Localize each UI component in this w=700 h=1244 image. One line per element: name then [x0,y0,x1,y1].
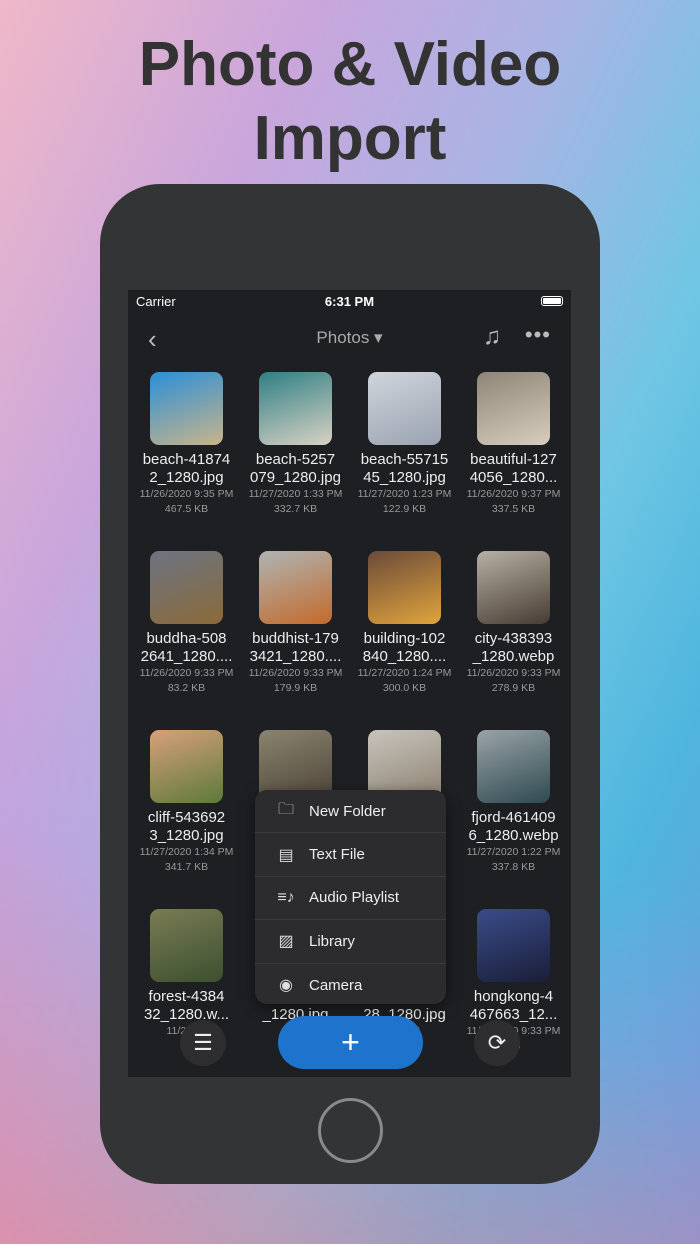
camera-icon: ◉ [279,977,293,995]
file-name: buddhist-179 [252,630,339,647]
file-date: 11/27/2020 1:22 PM [466,846,561,858]
file-date: 11/26/2020 9:35 PM [139,488,234,500]
menu-item-folder[interactable]: 🗀 New Folder [255,790,446,834]
file-size: 341.7 KB [164,861,209,873]
menu-item-audio-playlist[interactable]: ≡♪ Audio Playlist [255,877,446,921]
file-item[interactable]: buddha-508 2641_1280.... 11/26/2020 9:33… [132,551,241,730]
menu-item-label: Library [309,932,355,950]
file-date: 11/26/2020 9:33 PM [248,667,343,679]
text-file-icon: ▤ [278,846,294,864]
file-item[interactable]: beach-41874 2_1280.jpg 11/26/2020 9:35 P… [132,372,241,551]
file-name: 4056_1280... [469,469,558,486]
battery-icon [541,296,563,306]
file-date: 11/26/2020 9:33 PM [139,667,234,679]
file-date: 11/26/2020 9:37 PM [466,488,561,500]
file-size: 337.5 KB [491,503,536,515]
file-name: beach-5257 [255,451,336,468]
file-size: 179.9 KB [273,682,318,694]
file-item[interactable]: building-102 840_1280.... 11/27/2020 1:2… [350,551,459,730]
menu-item-image[interactable]: ▨ Library [255,920,446,964]
file-name: cliff-543692 [147,809,226,826]
file-thumbnail [477,551,550,624]
menu-item-text-file[interactable]: ▤ Text File [255,833,446,877]
file-item[interactable]: beach-5257 079_1280.jpg 11/27/2020 1:33 … [241,372,350,551]
add-menu: 🗀 New Folder ▤ Text File ≡♪ Audio Playlist ▨ Li… [255,790,446,1004]
file-thumbnail [150,551,223,624]
file-name: hongkong-4 [473,988,554,1005]
status-bar: Carrier 6:31 PM [128,290,571,312]
file-thumbnail [368,551,441,624]
file-thumbnail [259,551,332,624]
file-name: 2_1280.jpg [149,469,224,486]
file-name: 467663_12... [469,1006,558,1023]
file-date: 11/27/2020 1:33 PM [248,488,343,500]
file-name: 45_1280.jpg [363,469,446,486]
file-name: building-102 [363,630,446,647]
file-thumbnail [477,730,550,803]
file-date: 11/26/2020 9:33 PM [466,667,561,679]
file-thumbnail [477,909,550,982]
file-size: 122.9 KB [382,503,427,515]
list-view-button[interactable]: ☰ [180,1020,226,1066]
file-name: forest-4384 [148,988,225,1005]
file-thumbnail [368,372,441,445]
home-button[interactable] [318,1098,383,1163]
file-name: 840_1280.... [362,648,447,665]
menu-item-label: Text File [309,846,365,864]
file-item[interactable]: cliff-543692 3_1280.jpg 11/27/2020 1:34 … [132,730,241,909]
file-item[interactable]: beach-55715 45_1280.jpg 11/27/2020 1:23 … [350,372,459,551]
menu-item-camera[interactable]: ◉ Camera [255,964,446,1004]
headline: Photo & Video Import [138,30,562,173]
file-date: 11/27/2020 1:23 PM [357,488,452,500]
nav-bar: ‹ Photos ▾ ♫ ••• [128,320,571,356]
menu-item-label: Audio Playlist [309,889,400,907]
file-size: 83.2 KB [167,682,206,694]
menu-item-label: New Folder [309,802,386,820]
file-name: beautiful-127 [470,451,557,468]
file-item[interactable]: fjord-461409 6_1280.webp 11/27/2020 1:22… [459,730,568,909]
file-item[interactable]: beautiful-127 4056_1280... 11/26/2020 9:… [459,372,568,551]
file-name: 3_1280.jpg [149,827,224,844]
clock: 6:31 PM [324,294,375,309]
file-thumbnail [477,372,550,445]
file-size: 467.5 KB [164,503,209,515]
file-size: 337.8 KB [491,861,536,873]
file-name: 079_1280.jpg [250,469,341,486]
file-date: 11/27/2020 1:24 PM [357,667,452,679]
image-icon: ▨ [278,933,294,951]
folder-icon: 🗀 [277,800,294,818]
file-size: 332.7 KB [273,503,318,515]
menu-item-label: Camera [309,976,363,994]
folder-title-dropdown[interactable]: Photos ▾ [128,328,571,348]
file-thumbnail [259,372,332,445]
file-thumbnail [150,730,223,803]
file-name: 6_1280.webp [468,827,559,844]
file-item[interactable]: city-438393 _1280.webp 11/26/2020 9:33 P… [459,551,568,730]
file-date: 11/27/2020 1:34 PM [139,846,234,858]
file-name: beach-41874 [142,451,231,468]
file-name: 32_1280.w... [143,1006,230,1023]
file-size: 278.9 KB [491,682,536,694]
file-name: fjord-461409 [471,809,556,826]
more-icon[interactable]: ••• [525,322,551,348]
file-size: 300.0 KB [382,682,427,694]
file-item[interactable]: buddhist-179 3421_1280.... 11/26/2020 9:… [241,551,350,730]
file-thumbnail [150,909,223,982]
file-name: _1280.webp [472,648,555,665]
file-thumbnail [150,372,223,445]
file-name: 3421_1280.... [249,648,342,665]
sync-button[interactable]: ⟳ [474,1020,520,1066]
file-name: city-438393 [474,630,553,647]
file-name: buddha-508 [146,630,227,647]
file-name: beach-55715 [360,451,449,468]
add-button[interactable]: + [278,1016,423,1069]
music-note-icon[interactable]: ♫ [483,323,501,351]
file-name: 2641_1280.... [140,648,233,665]
audio-playlist-icon: ≡♪ [277,888,295,906]
